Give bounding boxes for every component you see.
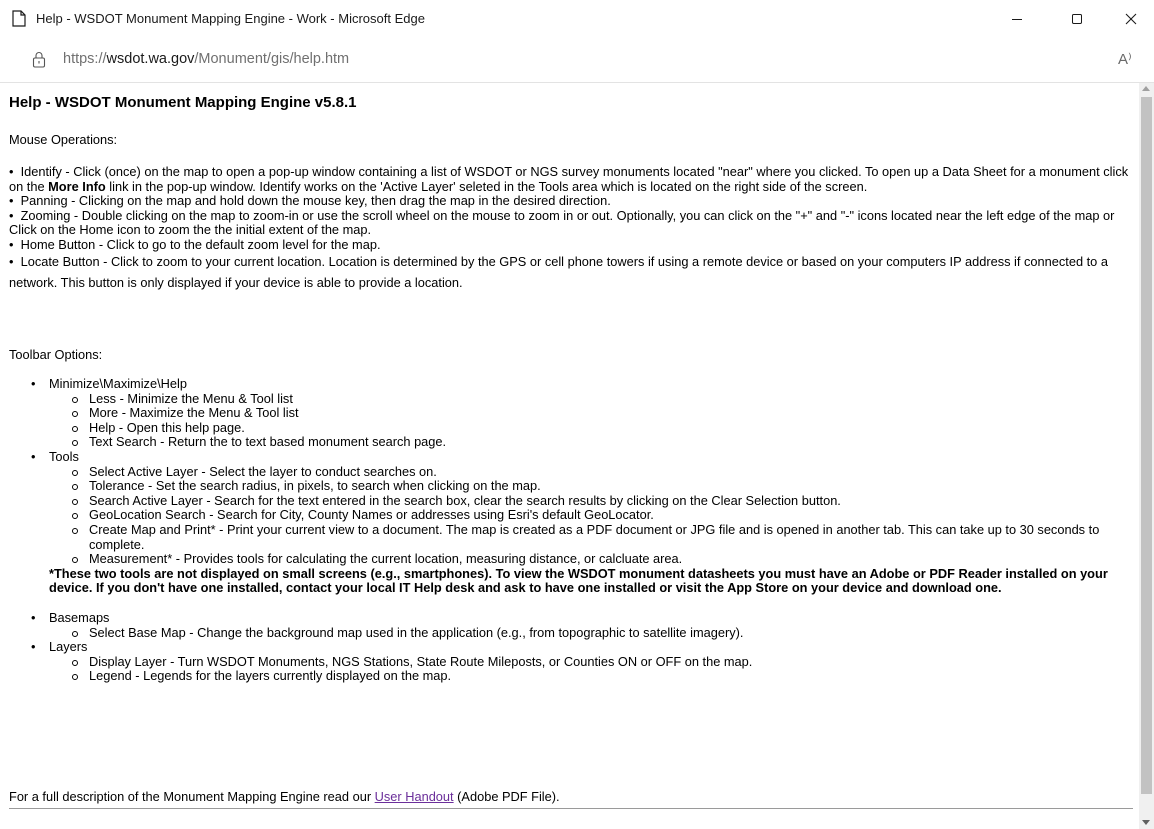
window-title: Help - WSDOT Monument Mapping Engine - W… [36, 11, 425, 26]
title-bar: Help - WSDOT Monument Mapping Engine - W… [0, 0, 1154, 38]
sub-item: Help - Open this help page. [49, 420, 1133, 436]
close-icon [1125, 13, 1137, 25]
list-item-layers: Layers Display Layer - Turn WSDOT Monume… [9, 639, 1133, 684]
sub-item: Create Map and Print* - Print your curre… [49, 522, 1133, 552]
page-icon [12, 10, 26, 27]
maximize-button[interactable] [1054, 0, 1100, 38]
footer-text: For a full description of the Monument M… [9, 789, 560, 804]
list-item-basemaps: Basemaps Select Base Map - Change the ba… [9, 610, 1133, 641]
sub-item: Tolerance - Set the search radius, in pi… [49, 479, 1133, 494]
scroll-up-icon[interactable] [1142, 86, 1150, 91]
tools-note: *These two tools are not displayed on sm… [49, 565, 1108, 596]
maximize-icon [1072, 14, 1082, 24]
sub-item: Less - Minimize the Menu & Tool list [49, 391, 1133, 407]
toolbar-options-list: Minimize\Maximize\Help Less - Minimize t… [9, 376, 1133, 684]
list-item-locate: • Locate Button - Click to zoom to your … [9, 253, 1108, 290]
sub-item: Select Base Map - Change the background … [49, 625, 1133, 641]
mouse-ops-list: • Identify - Click (once) on the map to … [9, 164, 1133, 293]
scroll-down-icon[interactable] [1142, 820, 1150, 825]
sub-item: Search Active Layer - Search for the tex… [49, 493, 1133, 509]
list-item-tools: Tools Select Active Layer - Select the l… [9, 449, 1133, 596]
list-item-identify: • Identify - Click (once) on the map to … [9, 164, 1129, 194]
sub-item: GeoLocation Search - Search for City, Co… [49, 508, 1133, 523]
url-text[interactable]: https://wsdot.wa.gov/Monument/gis/help.h… [63, 51, 349, 67]
list-item-minmax: Minimize\Maximize\Help Less - Minimize t… [9, 376, 1133, 450]
list-item-zooming: • Zooming - Double clicking on the map t… [9, 207, 1115, 238]
address-bar[interactable]: https://wsdot.wa.gov/Monument/gis/help.h… [0, 38, 1154, 83]
sub-item: More - Maximize the Menu & Tool list [49, 406, 1133, 421]
toolbar-heading: Toolbar Options: [9, 347, 103, 362]
page-title: Help - WSDOT Monument Mapping Engine v5.… [9, 94, 357, 111]
sub-item: Legend - Legends for the layers currentl… [49, 669, 1133, 684]
user-handout-link[interactable]: User Handout [375, 789, 454, 804]
sub-item: Measurement* - Provides tools for calcul… [49, 552, 1133, 567]
page-content: Help - WSDOT Monument Mapping Engine v5.… [0, 83, 1139, 829]
minimize-button[interactable] [994, 0, 1040, 38]
list-item-panning: • Panning - Clicking on the map and hold… [9, 193, 611, 209]
minimize-icon [1012, 19, 1022, 20]
sub-item: Text Search - Return the to text based m… [49, 435, 1133, 450]
sub-item: Select Active Layer - Select the layer t… [49, 464, 1133, 480]
close-button[interactable] [1108, 0, 1154, 38]
divider [9, 808, 1133, 809]
sub-item: Display Layer - Turn WSDOT Monuments, NG… [49, 654, 1133, 670]
read-aloud-icon[interactable]: A⁾ [1118, 50, 1132, 68]
vertical-scrollbar[interactable] [1139, 83, 1154, 829]
mouse-ops-heading: Mouse Operations: [9, 132, 118, 147]
scroll-thumb[interactable] [1141, 97, 1152, 794]
lock-icon[interactable] [32, 51, 46, 68]
